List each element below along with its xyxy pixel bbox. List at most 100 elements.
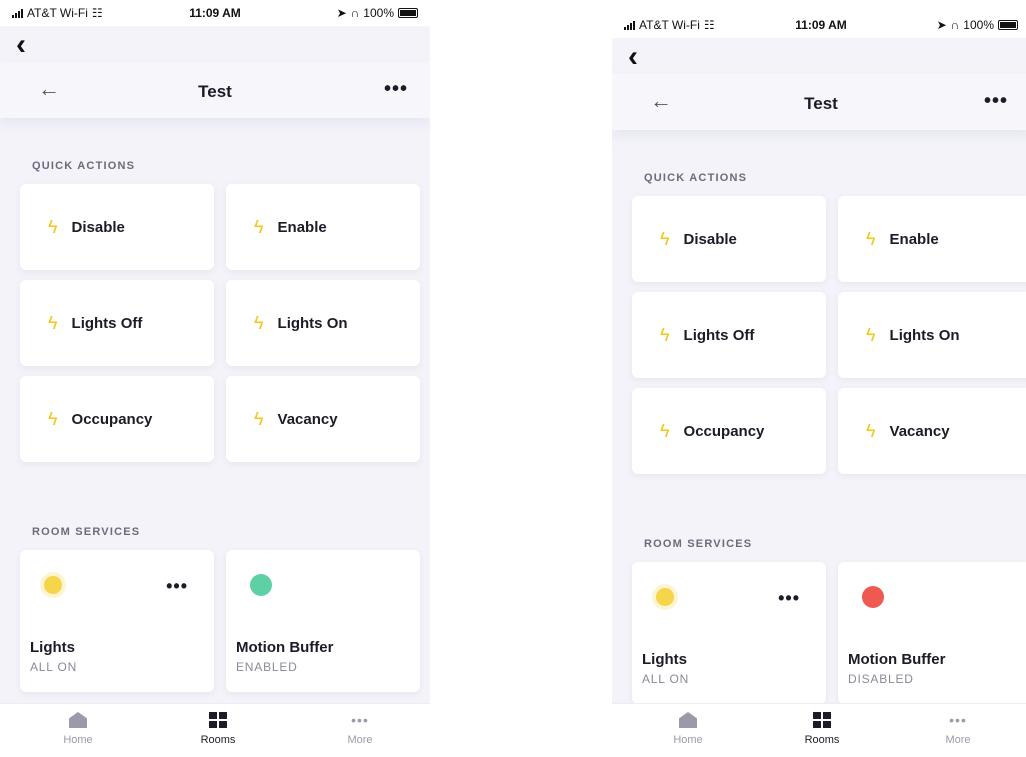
headphones-icon: ∩	[350, 6, 360, 20]
tab-more[interactable]: ••• More	[918, 712, 998, 746]
rooms-icon	[813, 712, 831, 728]
battery-icon	[398, 8, 418, 18]
quick-actions-heading: QUICK ACTIONS	[32, 160, 136, 172]
phone-screen-disabled: AT&T Wi-Fi ☷ 11:09 AM ➤ ∩ 100% ‹ ← Test …	[612, 12, 1026, 757]
page-title: Test	[804, 94, 838, 113]
system-back-chevron-icon[interactable]: ‹	[628, 42, 638, 72]
lightning-icon: ϟ	[48, 312, 58, 333]
quick-action-occupancy[interactable]: ϟ Occupancy	[632, 388, 826, 474]
system-back-chevron-icon[interactable]: ‹	[16, 30, 26, 60]
quick-action-label: Enable	[889, 230, 939, 248]
more-options-icon[interactable]: •••	[166, 576, 188, 597]
lightning-icon: ϟ	[866, 228, 876, 249]
quick-actions-grid: ϟ Disable ϟ Enable ϟ Lights Off ϟ Lights On …	[632, 196, 1026, 474]
location-icon: ➤	[336, 6, 347, 20]
service-card-lights[interactable]: ••• Lights ALL ON	[632, 562, 826, 704]
status-indicator-dot	[862, 586, 884, 608]
quick-actions-grid: ϟ Disable ϟ Enable ϟ Lights Off ϟ Lights On …	[20, 184, 420, 462]
quick-action-label: Enable	[277, 218, 327, 236]
location-icon: ➤	[936, 18, 947, 32]
tab-label: More	[347, 734, 373, 746]
quick-action-vacancy[interactable]: ϟ Vacancy	[838, 388, 1026, 474]
tab-more[interactable]: ••• More	[320, 712, 400, 746]
page-title: Test	[198, 82, 232, 101]
lightning-icon: ϟ	[48, 216, 58, 237]
service-name: Motion Buffer	[236, 639, 334, 656]
more-options-icon[interactable]: •••	[984, 90, 1008, 113]
lightbulb-icon	[656, 588, 674, 606]
more-options-icon[interactable]: •••	[778, 588, 800, 609]
quick-actions-heading: QUICK ACTIONS	[644, 172, 748, 184]
service-status: ALL ON	[30, 660, 78, 674]
status-indicator-dot	[250, 574, 272, 596]
more-icon: •••	[949, 712, 967, 728]
app-header: ← Test •••	[612, 74, 1026, 130]
tab-bar: Home Rooms ••• More	[612, 703, 1026, 757]
quick-action-disable[interactable]: ϟ Disable	[632, 196, 826, 282]
room-services-heading: ROOM SERVICES	[32, 526, 141, 538]
home-icon	[679, 712, 697, 728]
lightning-icon: ϟ	[866, 324, 876, 345]
quick-action-label: Lights Off	[71, 314, 143, 332]
room-services-grid: ••• Lights ALL ON Motion Buffer DISABLED	[632, 562, 1026, 704]
lightning-icon: ϟ	[660, 420, 670, 441]
quick-action-occupancy[interactable]: ϟ Occupancy	[20, 376, 214, 462]
service-status: ALL ON	[642, 672, 690, 686]
battery-percent: 100%	[963, 18, 994, 32]
battery-icon	[998, 20, 1018, 30]
quick-action-lights-on[interactable]: ϟ Lights On	[838, 292, 1026, 378]
service-name: Lights	[642, 651, 687, 668]
service-card-motion-buffer[interactable]: Motion Buffer ENABLED	[226, 550, 420, 692]
quick-action-label: Occupancy	[71, 410, 153, 428]
tab-label: Rooms	[200, 734, 236, 746]
quick-action-label: Vacancy	[277, 410, 338, 428]
service-status: ENABLED	[236, 660, 298, 674]
more-options-icon[interactable]: •••	[384, 78, 408, 101]
headphones-icon: ∩	[950, 18, 960, 32]
lightning-icon: ϟ	[866, 420, 876, 441]
service-name: Motion Buffer	[848, 651, 946, 668]
quick-action-label: Lights Off	[683, 326, 755, 344]
app-header: ← Test •••	[0, 62, 430, 118]
tab-rooms[interactable]: Rooms	[782, 712, 862, 746]
tab-label: Rooms	[804, 734, 840, 746]
service-card-lights[interactable]: ••• Lights ALL ON	[20, 550, 214, 692]
tab-home[interactable]: Home	[648, 712, 728, 746]
quick-action-enable[interactable]: ϟ Enable	[838, 196, 1026, 282]
lightning-icon: ϟ	[660, 228, 670, 249]
home-icon	[69, 712, 87, 728]
more-icon: •••	[351, 712, 369, 728]
status-bar: AT&T Wi-Fi ☷ 11:09 AM ➤ ∩ 100%	[612, 12, 1026, 38]
lightning-icon: ϟ	[660, 324, 670, 345]
service-card-motion-buffer[interactable]: Motion Buffer DISABLED	[838, 562, 1026, 704]
quick-action-disable[interactable]: ϟ Disable	[20, 184, 214, 270]
tab-rooms[interactable]: Rooms	[178, 712, 258, 746]
room-services-heading: ROOM SERVICES	[644, 538, 753, 550]
room-services-grid: ••• Lights ALL ON Motion Buffer ENABLED	[20, 550, 420, 692]
lightning-icon: ϟ	[254, 216, 264, 237]
quick-action-label: Occupancy	[683, 422, 765, 440]
quick-action-lights-on[interactable]: ϟ Lights On	[226, 280, 420, 366]
tab-label: Home	[673, 734, 703, 746]
lightning-icon: ϟ	[254, 312, 264, 333]
tab-home[interactable]: Home	[38, 712, 118, 746]
quick-action-vacancy[interactable]: ϟ Vacancy	[226, 376, 420, 462]
quick-action-label: Vacancy	[889, 422, 950, 440]
quick-action-enable[interactable]: ϟ Enable	[226, 184, 420, 270]
tab-label: Home	[63, 734, 93, 746]
tab-bar: Home Rooms ••• More	[0, 703, 430, 757]
lightning-icon: ϟ	[48, 408, 58, 429]
service-name: Lights	[30, 639, 75, 656]
status-bar: AT&T Wi-Fi ☷ 11:09 AM ➤ ∩ 100%	[0, 0, 430, 26]
lightbulb-icon	[44, 576, 62, 594]
rooms-icon	[209, 712, 227, 728]
quick-action-lights-off[interactable]: ϟ Lights Off	[632, 292, 826, 378]
quick-action-label: Lights On	[889, 326, 960, 344]
quick-action-label: Lights On	[277, 314, 348, 332]
quick-action-lights-off[interactable]: ϟ Lights Off	[20, 280, 214, 366]
service-status: DISABLED	[848, 672, 914, 686]
quick-action-label: Disable	[683, 230, 737, 248]
battery-percent: 100%	[363, 6, 394, 20]
quick-action-label: Disable	[71, 218, 125, 236]
phone-screen-enabled: AT&T Wi-Fi ☷ 11:09 AM ➤ ∩ 100% ‹ ← Test …	[0, 0, 430, 757]
